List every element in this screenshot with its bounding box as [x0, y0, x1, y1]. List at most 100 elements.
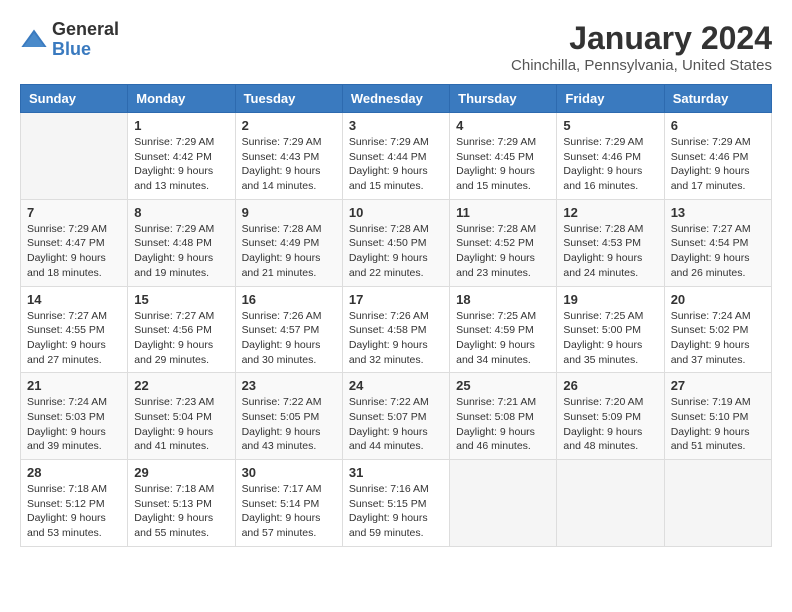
day-info-line: Daylight: 9 hours	[27, 252, 106, 264]
day-info: Sunrise: 7:16 AMSunset: 5:15 PMDaylight:…	[349, 482, 443, 541]
day-info-line: Sunrise: 7:21 AM	[456, 396, 536, 408]
day-number: 17	[349, 292, 443, 307]
day-info: Sunrise: 7:28 AMSunset: 4:49 PMDaylight:…	[242, 222, 336, 281]
day-info-line: and 39 minutes.	[27, 440, 102, 452]
calendar-cell: 1Sunrise: 7:29 AMSunset: 4:42 PMDaylight…	[128, 113, 235, 200]
day-info: Sunrise: 7:27 AMSunset: 4:54 PMDaylight:…	[671, 222, 765, 281]
day-number: 2	[242, 118, 336, 133]
day-info-line: Daylight: 9 hours	[349, 165, 428, 177]
day-info-line: Daylight: 9 hours	[27, 512, 106, 524]
day-info-line: Sunset: 4:45 PM	[456, 151, 534, 163]
day-number: 16	[242, 292, 336, 307]
day-info-line: Sunrise: 7:24 AM	[671, 310, 751, 322]
main-title: January 2024	[511, 20, 772, 57]
day-number: 3	[349, 118, 443, 133]
calendar-header-row: SundayMondayTuesdayWednesdayThursdayFrid…	[21, 85, 772, 113]
calendar-cell: 21Sunrise: 7:24 AMSunset: 5:03 PMDayligh…	[21, 373, 128, 460]
week-row-2: 7Sunrise: 7:29 AMSunset: 4:47 PMDaylight…	[21, 199, 772, 286]
day-info: Sunrise: 7:25 AMSunset: 4:59 PMDaylight:…	[456, 309, 550, 368]
day-info-line: Daylight: 9 hours	[134, 512, 213, 524]
calendar-cell: 11 Sunrise: 7:28 AMSunset: 4:52 PMDayligh…	[450, 199, 557, 286]
day-info-line: Daylight: 9 hours	[349, 252, 428, 264]
day-info-line: Sunset: 4:55 PM	[27, 324, 105, 336]
day-number: 5	[563, 118, 657, 133]
day-number: 11	[456, 205, 550, 220]
day-info-line: and 41 minutes.	[134, 440, 209, 452]
day-info: Sunrise: 7:28 AMSunset: 4:53 PMDaylight:…	[563, 222, 657, 281]
day-info: Sunrise: 7:21 AMSunset: 5:08 PMDaylight:…	[456, 395, 550, 454]
day-info-line: and 15 minutes.	[349, 180, 424, 192]
day-info-line: and 48 minutes.	[563, 440, 638, 452]
day-info-line: Sunrise: 7:25 AM	[563, 310, 643, 322]
day-info-line: Sunrise: 7:24 AM	[27, 396, 107, 408]
day-info-line: Sunset: 5:05 PM	[242, 411, 320, 423]
calendar-cell: 8Sunrise: 7:29 AMSunset: 4:48 PMDaylight…	[128, 199, 235, 286]
calendar-cell	[21, 113, 128, 200]
day-info-line: Sunset: 4:46 PM	[563, 151, 641, 163]
day-info-line: Daylight: 9 hours	[27, 426, 106, 438]
day-info-line: Daylight: 9 hours	[671, 426, 750, 438]
day-info-line: Sunrise: 7:28 AM	[349, 223, 429, 235]
calendar-cell: 10Sunrise: 7:28 AMSunset: 4:50 PMDayligh…	[342, 199, 449, 286]
day-info-line: Sunset: 5:09 PM	[563, 411, 641, 423]
day-header-monday: Monday	[128, 85, 235, 113]
day-number: 18	[456, 292, 550, 307]
calendar-cell: 14Sunrise: 7:27 AMSunset: 4:55 PMDayligh…	[21, 286, 128, 373]
day-info-line: Daylight: 9 hours	[563, 252, 642, 264]
day-info-line: and 32 minutes.	[349, 354, 424, 366]
day-info-line: Sunrise: 7:23 AM	[134, 396, 214, 408]
day-info-line: Daylight: 9 hours	[671, 339, 750, 351]
day-info-line: Sunset: 4:43 PM	[242, 151, 320, 163]
day-info: Sunrise: 7:26 AMSunset: 4:57 PMDaylight:…	[242, 309, 336, 368]
calendar-cell: 31Sunrise: 7:16 AMSunset: 5:15 PMDayligh…	[342, 460, 449, 547]
logo-general-text: General	[52, 20, 119, 40]
day-info-line: Sunrise: 7:28 AM	[563, 223, 643, 235]
day-info-line: Sunrise: 7:25 AM	[456, 310, 536, 322]
day-info-line: Sunset: 4:59 PM	[456, 324, 534, 336]
day-info-line: Sunset: 5:03 PM	[27, 411, 105, 423]
day-info-line: Sunrise: 7:29 AM	[456, 136, 536, 148]
day-info: Sunrise: 7:24 AMSunset: 5:02 PMDaylight:…	[671, 309, 765, 368]
day-info: Sunrise: 7:23 AMSunset: 5:04 PMDaylight:…	[134, 395, 228, 454]
day-info-line: and 14 minutes.	[242, 180, 317, 192]
day-info-line: Daylight: 9 hours	[134, 252, 213, 264]
day-info-line: and 59 minutes.	[349, 527, 424, 539]
day-header-thursday: Thursday	[450, 85, 557, 113]
day-info: Sunrise: 7:29 AMSunset: 4:47 PMDaylight:…	[27, 222, 121, 281]
day-info-line: Daylight: 9 hours	[563, 339, 642, 351]
day-info: Sunrise: 7:18 AMSunset: 5:13 PMDaylight:…	[134, 482, 228, 541]
day-header-tuesday: Tuesday	[235, 85, 342, 113]
day-info-line: Daylight: 9 hours	[563, 426, 642, 438]
day-info-line: Daylight: 9 hours	[671, 252, 750, 264]
day-number: 27	[671, 378, 765, 393]
day-info-line: and 55 minutes.	[134, 527, 209, 539]
calendar-cell: 19Sunrise: 7:25 AMSunset: 5:00 PMDayligh…	[557, 286, 664, 373]
calendar-cell: 25Sunrise: 7:21 AMSunset: 5:08 PMDayligh…	[450, 373, 557, 460]
day-info: Sunrise: 7:17 AMSunset: 5:14 PMDaylight:…	[242, 482, 336, 541]
day-info: Sunrise: 7:27 AMSunset: 4:55 PMDaylight:…	[27, 309, 121, 368]
week-row-3: 14Sunrise: 7:27 AMSunset: 4:55 PMDayligh…	[21, 286, 772, 373]
day-info: Sunrise: 7:20 AM Sunset: 5:09 PM Daylight:…	[563, 395, 657, 454]
day-info: Sunrise: 7:27 AMSunset: 4:56 PMDaylight:…	[134, 309, 228, 368]
day-number: 4	[456, 118, 550, 133]
week-row-1: 1Sunrise: 7:29 AMSunset: 4:42 PMDaylight…	[21, 113, 772, 200]
day-info-line: and 37 minutes.	[671, 354, 746, 366]
day-number: 28	[27, 465, 121, 480]
calendar-cell: 18Sunrise: 7:25 AMSunset: 4:59 PMDayligh…	[450, 286, 557, 373]
week-row-4: 21Sunrise: 7:24 AMSunset: 5:03 PMDayligh…	[21, 373, 772, 460]
day-info-line: and 29 minutes.	[134, 354, 209, 366]
day-info-line: Sunrise: 7:26 AM	[349, 310, 429, 322]
day-header-sunday: Sunday	[21, 85, 128, 113]
day-info-line: Daylight: 9 hours	[134, 339, 213, 351]
day-number: 22	[134, 378, 228, 393]
day-info: Sunrise: 7:28 AMSunset: 4:50 PMDaylight:…	[349, 222, 443, 281]
calendar-cell: 13Sunrise: 7:27 AMSunset: 4:54 PMDayligh…	[664, 199, 771, 286]
day-info-line: Sunrise: 7:18 AM	[27, 483, 107, 495]
calendar-cell: 24Sunrise: 7:22 AMSunset: 5:07 PMDayligh…	[342, 373, 449, 460]
day-info: Sunrise: 7:28 AMSunset: 4:52 PMDaylight:…	[456, 222, 550, 281]
day-number: 30	[242, 465, 336, 480]
calendar-cell: 12Sunrise: 7:28 AMSunset: 4:53 PMDayligh…	[557, 199, 664, 286]
day-info-line: Sunrise: 7:20 AM	[563, 396, 643, 408]
day-info-line: Sunrise: 7:29 AM	[134, 223, 214, 235]
day-info-line: Sunset: 4:42 PM	[134, 151, 212, 163]
